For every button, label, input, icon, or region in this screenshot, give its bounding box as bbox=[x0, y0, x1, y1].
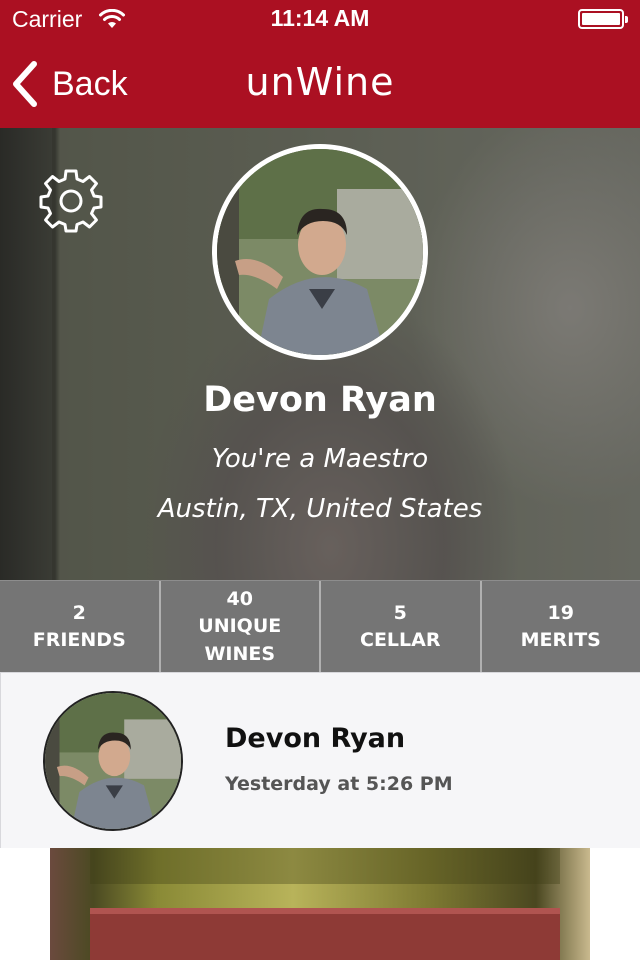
stat-label: CELLAR bbox=[360, 629, 441, 651]
post-author-photo bbox=[45, 693, 181, 829]
stat-value: 5 bbox=[393, 602, 407, 624]
feed-post-header: Devon Ryan Yesterday at 5:26 PM bbox=[0, 672, 640, 848]
profile-name: Devon Ryan bbox=[203, 380, 437, 420]
stat-value: 19 bbox=[547, 602, 574, 624]
stat-label: UNIQUE WINES bbox=[198, 615, 282, 665]
stat-friends[interactable]: 2 FRIENDS bbox=[0, 581, 161, 673]
profile-location: Austin, TX, United States bbox=[157, 494, 483, 524]
navigation-bar: Back unWine bbox=[0, 40, 640, 128]
stat-label: MERITS bbox=[520, 629, 601, 651]
top-bar: Carrier 11:14 AM Back unWine bbox=[0, 0, 640, 128]
clock: 11:14 AM bbox=[270, 5, 370, 31]
wine-bottle-image bbox=[50, 848, 590, 960]
post-author-name[interactable]: Devon Ryan bbox=[225, 723, 405, 754]
battery-icon bbox=[578, 9, 628, 29]
profile-avatar[interactable] bbox=[212, 144, 428, 360]
profile-rank: You're a Maestro bbox=[211, 444, 429, 474]
stat-value: 40 bbox=[226, 588, 253, 610]
stat-unique-wines[interactable]: 40 UNIQUE WINES bbox=[161, 581, 321, 673]
status-bar: Carrier 11:14 AM bbox=[0, 0, 640, 40]
stats-bar: 2 FRIENDS 40 UNIQUE WINES 5 CELLAR 19 ME… bbox=[0, 580, 640, 673]
profile-hero: Devon Ryan You're a Maestro Austin, TX, … bbox=[0, 128, 640, 580]
app-logo: unWine bbox=[245, 60, 395, 104]
stat-value: 2 bbox=[72, 602, 86, 624]
profile-photo bbox=[217, 149, 423, 355]
post-photo[interactable] bbox=[50, 848, 590, 960]
stat-label: FRIENDS bbox=[32, 629, 126, 651]
stat-merits[interactable]: 19 MERITS bbox=[482, 581, 640, 673]
stat-cellar[interactable]: 5 CELLAR bbox=[321, 581, 482, 673]
gear-icon[interactable] bbox=[38, 168, 104, 234]
post-author-avatar[interactable] bbox=[43, 691, 183, 831]
post-timestamp: Yesterday at 5:26 PM bbox=[225, 773, 453, 795]
